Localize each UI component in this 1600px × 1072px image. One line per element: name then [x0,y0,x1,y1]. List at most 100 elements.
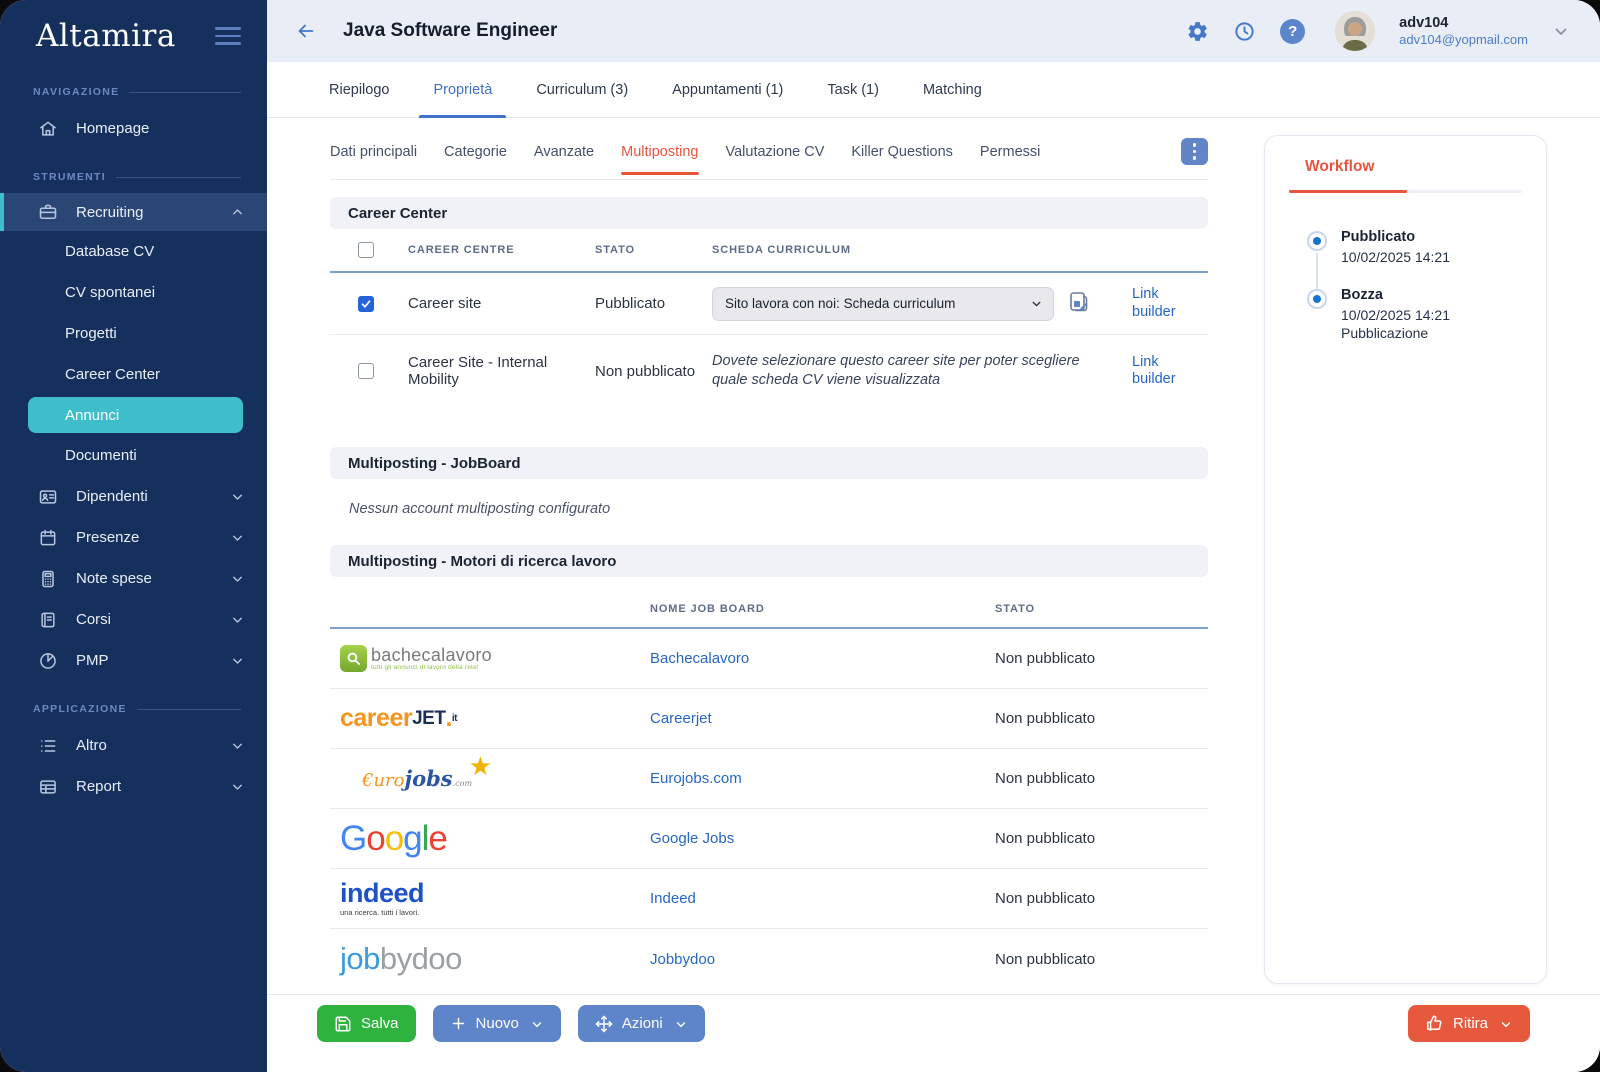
main-tabs: Riepilogo Proprietà Curriculum (3) Appun… [267,62,1600,118]
tab-riepilogo[interactable]: Riepilogo [329,62,389,117]
chevron-down-icon [1030,297,1043,310]
subtab-categorie[interactable]: Categorie [444,144,507,160]
jobboard-link[interactable]: Bachecalavoro [650,650,995,667]
jobboard-row-jobbydoo: jobbydoo Jobbydoo Non pubblicato [330,929,1208,989]
withdraw-button-label: Ritira [1453,1015,1488,1032]
tab-task[interactable]: Task (1) [827,62,879,117]
chevron-down-icon [230,653,245,668]
sidebar-item-database-cv[interactable]: Database CV [0,231,267,272]
tab-matching[interactable]: Matching [923,62,982,117]
sidebar-item-career-center[interactable]: Career Center [0,354,267,395]
link-builder-link[interactable]: Link builder [1132,286,1188,320]
help-icon[interactable]: ? [1280,19,1305,44]
status-text: Non pubblicato [995,770,1208,787]
sidebar-item-altro[interactable]: Altro [0,725,267,766]
jobboard-row-bachecalavoro: bachecalavoro tutti gli annunci di lavor… [330,629,1208,689]
jobboard-row-google: Google Google Jobs Non pubblicato [330,809,1208,869]
sidebar-item-dipendenti[interactable]: Dipendenti [0,476,267,517]
chevron-down-icon [230,738,245,753]
logo-text: G [340,819,366,859]
clock-icon[interactable] [1233,20,1256,43]
chevron-down-icon [674,1017,688,1031]
sidebar-item-report[interactable]: Report [0,766,267,807]
jobboard-link[interactable]: Google Jobs [650,830,995,847]
logo-text: €uro [362,770,405,791]
chevron-down-icon[interactable] [1552,22,1570,40]
subtab-avanzate[interactable]: Avanzate [534,144,594,160]
sidebar-item-annunci-active[interactable]: Annunci [28,397,243,433]
star-icon: ★ [469,752,492,782]
save-button[interactable]: Salva [317,1005,416,1042]
sidebar-item-label: PMP [76,652,109,669]
workflow-step-bozza: Bozza 10/02/2025 14:21 Pubblicazione [1307,287,1522,363]
jobboard-link[interactable]: Careerjet [650,710,995,727]
chevron-down-icon [230,612,245,627]
chevron-down-icon [230,530,245,545]
copy-edit-icon[interactable] [1066,290,1092,318]
logo-text: o [366,819,384,859]
logo-text: o [385,819,403,859]
subtab-valutazione-cv[interactable]: Valutazione CV [726,144,825,160]
sidebar-item-homepage[interactable]: Homepage [0,108,267,149]
sidebar-item-label: Report [76,778,121,795]
section-label-applicazione: APPLICAZIONE [0,703,267,715]
row-checkbox[interactable] [358,363,374,379]
sidebar-item-documenti[interactable]: Documenti [0,435,267,476]
sidebar-item-presenze[interactable]: Presenze [0,517,267,558]
sidebar-item-corsi[interactable]: Corsi [0,599,267,640]
avatar[interactable] [1335,11,1375,51]
sidebar-item-note-spese[interactable]: Note spese [0,558,267,599]
sidebar-item-pmp[interactable]: PMP [0,640,267,681]
subtab-killer-questions[interactable]: Killer Questions [851,144,953,160]
eurojobs-logo: €urojobs.com ★ [330,766,650,791]
logo-text: l [422,819,429,859]
curriculum-select[interactable]: Sito lavora con noi: Scheda curriculum [712,287,1054,321]
gear-icon[interactable] [1186,20,1209,43]
subtab-dati-principali[interactable]: Dati principali [330,144,417,160]
sidebar-item-recruiting[interactable]: Recruiting [0,193,267,231]
topbar: Java Software Engineer ? adv104 adv104@y… [267,0,1600,62]
withdraw-button[interactable]: Ritira [1408,1005,1530,1042]
status-text: Non pubblicato [995,710,1208,727]
subtab-permessi[interactable]: Permessi [980,144,1040,160]
jobboard-link[interactable]: Jobbydoo [650,951,995,968]
user-block[interactable]: adv104 adv104@yopmail.com [1399,14,1528,48]
subtab-multiposting[interactable]: Multiposting [621,144,698,160]
jobboard-row-careerjet: careerJET.it Careerjet Non pubblicato [330,689,1208,749]
search-engines-section-header: Multiposting - Motori di ricerca lavoro [330,545,1208,577]
jobboard-section-header: Multiposting - JobBoard [330,447,1208,479]
back-arrow-icon[interactable] [295,20,317,42]
plus-icon [450,1015,467,1032]
content-area: Dati principali Categorie Avanzate Multi… [267,118,1600,994]
select-all-checkbox[interactable] [358,242,374,258]
bachecalavoro-logo: bachecalavoro tutti gli annunci di lavor… [330,645,650,672]
sidebar-item-label: Recruiting [76,204,144,221]
status-text: Non pubblicato [995,890,1208,907]
workflow-title[interactable]: Workflow [1289,158,1522,176]
actions-button[interactable]: Azioni [578,1005,705,1042]
sidebar: Altamira NAVIGAZIONE Homepage STRUMENTI … [0,0,267,1072]
tab-proprieta[interactable]: Proprietà [433,62,492,117]
logo-text: bydoo [380,941,462,977]
sidebar-item-progetti[interactable]: Progetti [0,313,267,354]
workflow-tab-underline [1289,190,1522,193]
row-checkbox[interactable] [358,296,374,312]
status-text: Non pubblicato [595,363,712,380]
kebab-menu-button[interactable] [1181,138,1208,165]
move-icon [595,1015,613,1033]
curriculum-select-value: Sito lavora con noi: Scheda curriculum [725,296,955,311]
tab-curriculum[interactable]: Curriculum (3) [536,62,628,117]
new-button[interactable]: Nuovo [433,1005,561,1042]
tab-appuntamenti[interactable]: Appuntamenti (1) [672,62,783,117]
link-builder-link[interactable]: Link builder [1132,354,1188,388]
jobboard-link[interactable]: Indeed [650,890,995,907]
jobboard-link[interactable]: Eurojobs.com [650,770,995,787]
app-window: Altamira NAVIGAZIONE Homepage STRUMENTI … [0,0,1600,1072]
logo-text: job [340,941,380,977]
table-icon [38,776,59,797]
logo-tagline: una ricerca. tutti i lavori. [340,909,424,917]
list-icon [38,735,59,756]
sidebar-item-label: Homepage [76,120,149,137]
sidebar-item-cv-spontanei[interactable]: CV spontanei [0,272,267,313]
hamburger-menu-icon[interactable] [211,25,241,47]
